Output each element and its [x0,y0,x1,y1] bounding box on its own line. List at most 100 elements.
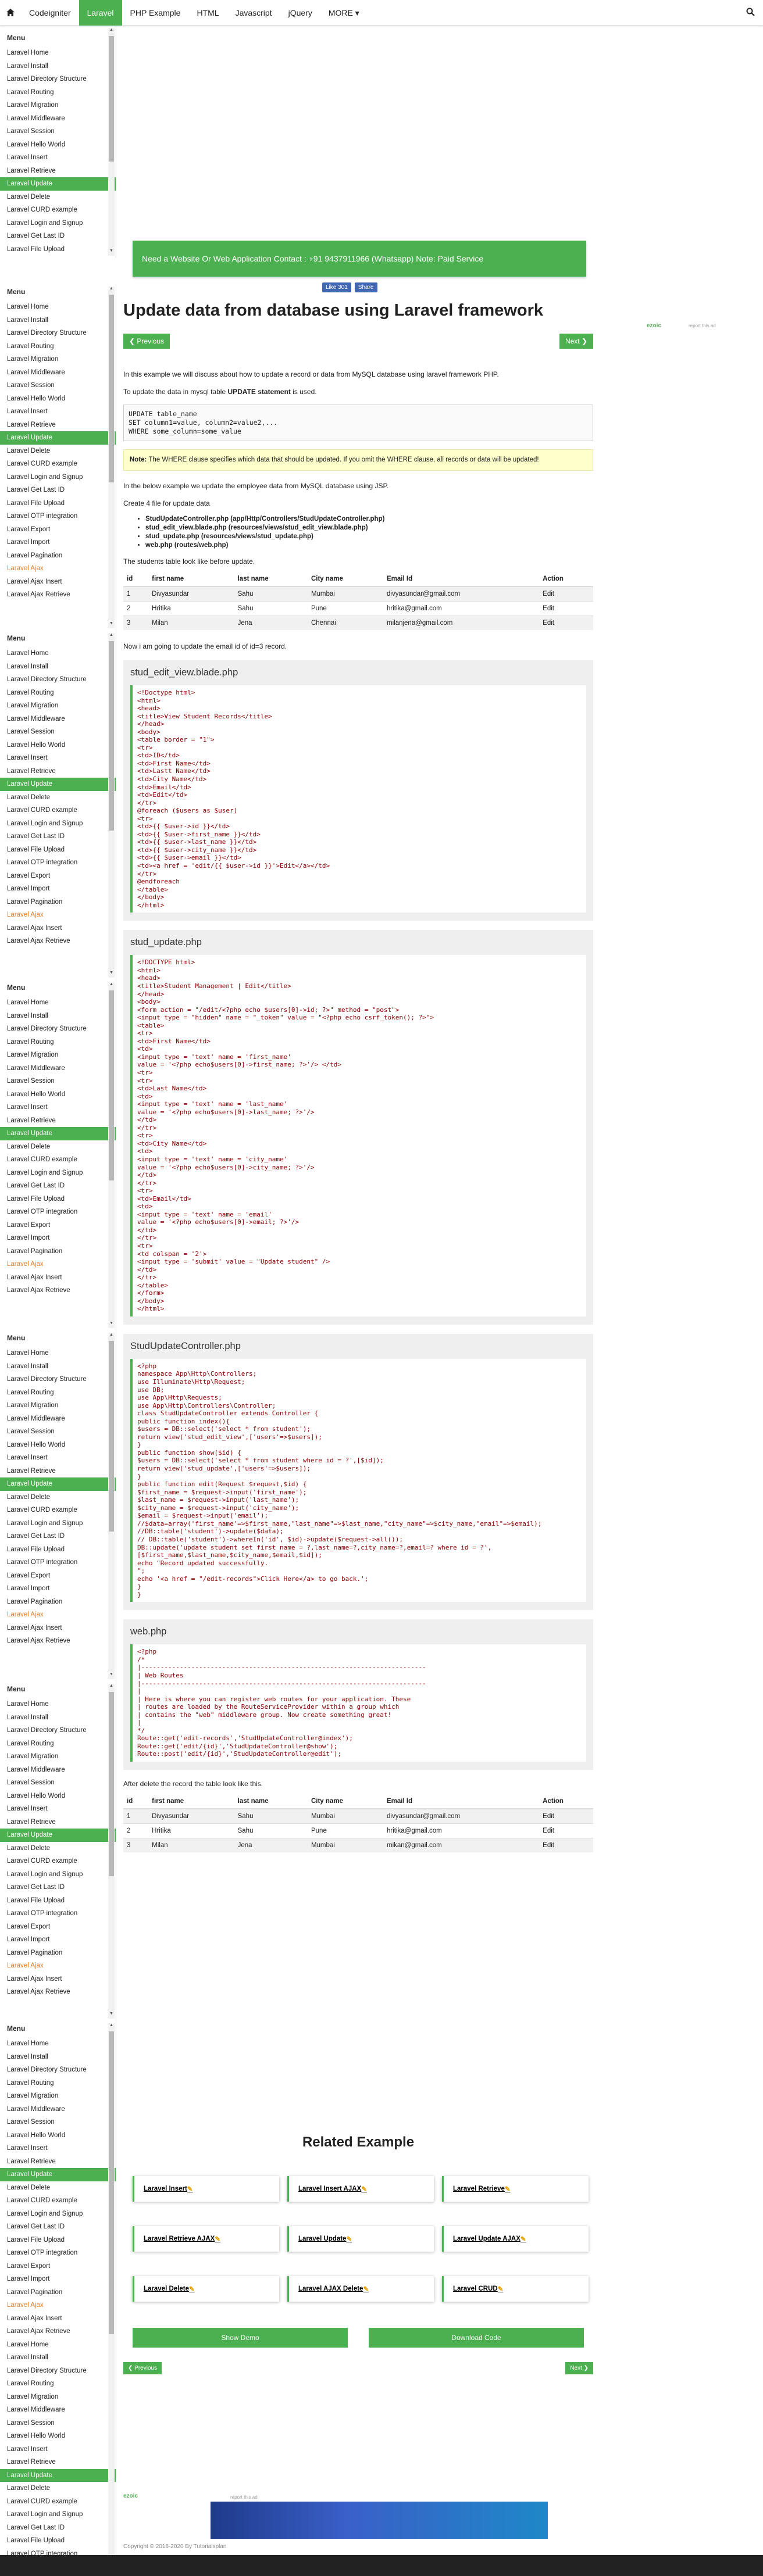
related-link-laravel-update-ajax[interactable]: Laravel Update AJAX ✎ [442,2226,589,2252]
sidebar-item-laravel-home[interactable]: Laravel Home [0,2338,116,2352]
sidebar-item-laravel-insert[interactable]: Laravel Insert [0,1451,116,1465]
sidebar-item-laravel-install[interactable]: Laravel Install [0,1360,116,1373]
sidebar-item-laravel-export[interactable]: Laravel Export [0,1920,116,1934]
related-link-laravel-retrieve[interactable]: Laravel Retrieve ✎ [442,2176,589,2202]
sidebar-item-laravel-ajax[interactable]: Laravel Ajax [0,1258,116,1271]
nav-item-javascript[interactable]: Javascript [227,0,280,26]
edit-link[interactable]: Edit [539,616,593,630]
sidebar-scrollbar[interactable]: ▲▼ [108,1684,115,2019]
nav-item-jquery[interactable]: jQuery [280,0,320,26]
sidebar-item-laravel-hello-world[interactable]: Laravel Hello World [0,392,116,406]
report-ad-link-bottom[interactable]: report this ad [230,2495,258,2500]
related-link-label[interactable]: Laravel Insert [144,2185,187,2192]
related-link-label[interactable]: Laravel AJAX Delete [298,2285,363,2292]
sidebar-item-laravel-file-upload[interactable]: Laravel File Upload [0,243,116,256]
sidebar-item-laravel-otp-integration[interactable]: Laravel OTP integration [0,856,116,870]
sidebar-item-laravel-ajax-insert[interactable]: Laravel Ajax Insert [0,1622,116,1635]
sidebar-scrollbar[interactable]: ▲▼ [108,982,115,1328]
sidebar-item-laravel-get-last-id[interactable]: Laravel Get Last ID [0,2521,116,2535]
sidebar-item-laravel-curd-example[interactable]: Laravel CURD example [0,2495,116,2509]
scroll-down-icon[interactable]: ▼ [108,971,115,978]
sidebar-item-laravel-hello-world[interactable]: Laravel Hello World [0,1439,116,1452]
facebook-like-button[interactable]: Like 301 [322,282,351,292]
sidebar-item-laravel-curd-example[interactable]: Laravel CURD example [0,1855,116,1868]
sidebar-item-laravel-directory-structure[interactable]: Laravel Directory Structure [0,2063,116,2077]
sidebar-item-laravel-delete[interactable]: Laravel Delete [0,791,116,804]
sidebar-item-laravel-session[interactable]: Laravel Session [0,1425,116,1439]
related-link-label[interactable]: Laravel Update [298,2235,346,2242]
scroll-down-icon[interactable]: ▼ [108,621,115,628]
sidebar-item-laravel-directory-structure[interactable]: Laravel Directory Structure [0,673,116,686]
related-link-label[interactable]: Laravel Delete [144,2285,189,2292]
sidebar-item-laravel-delete[interactable]: Laravel Delete [0,1842,116,1855]
sidebar-item-laravel-login-and-signup[interactable]: Laravel Login and Signup [0,2208,116,2221]
facebook-share-button[interactable]: Share [354,282,377,292]
sidebar-item-laravel-routing[interactable]: Laravel Routing [0,1036,116,1049]
sidebar-scrollbar[interactable]: ▲▼ [108,1333,115,1679]
sidebar-item-laravel-ajax-retrieve[interactable]: Laravel Ajax Retrieve [0,1985,116,1999]
sidebar-item-laravel-home[interactable]: Laravel Home [0,1347,116,1360]
sidebar-item-laravel-ajax[interactable]: Laravel Ajax [0,562,116,575]
sidebar-item-laravel-migration[interactable]: Laravel Migration [0,99,116,112]
sidebar-item-laravel-ajax-insert[interactable]: Laravel Ajax Insert [0,2312,116,2325]
advertisement-banner[interactable] [211,2502,548,2539]
sidebar-item-laravel-retrieve[interactable]: Laravel Retrieve [0,418,116,432]
sidebar-item-laravel-ajax[interactable]: Laravel Ajax [0,1959,116,1973]
sidebar-item-laravel-retrieve[interactable]: Laravel Retrieve [0,1816,116,1829]
scroll-up-icon[interactable]: ▲ [108,982,115,989]
sidebar-item-laravel-install[interactable]: Laravel Install [0,660,116,674]
sidebar-item-laravel-middleware[interactable]: Laravel Middleware [0,1763,116,1777]
sidebar-item-laravel-insert[interactable]: Laravel Insert [0,1802,116,1816]
scroll-up-icon[interactable]: ▲ [108,1333,115,1340]
related-link-laravel-retrieve-ajax[interactable]: Laravel Retrieve AJAX ✎ [133,2226,279,2252]
sidebar-item-laravel-insert[interactable]: Laravel Insert [0,1101,116,1114]
sidebar-item-laravel-login-and-signup[interactable]: Laravel Login and Signup [0,471,116,484]
nav-item-laravel[interactable]: Laravel [79,0,122,26]
sidebar-item-laravel-home[interactable]: Laravel Home [0,2037,116,2051]
sidebar-item-laravel-delete[interactable]: Laravel Delete [0,2181,116,2195]
sidebar-item-laravel-session[interactable]: Laravel Session [0,725,116,739]
sidebar-item-laravel-update[interactable]: Laravel Update [0,2468,116,2482]
sidebar-item-laravel-hello-world[interactable]: Laravel Hello World [0,739,116,752]
scroll-up-icon[interactable]: ▲ [108,287,115,294]
sidebar-item-laravel-export[interactable]: Laravel Export [0,2260,116,2273]
next-button[interactable]: Next ❯ [559,334,593,349]
sidebar-item-laravel-file-upload[interactable]: Laravel File Upload [0,1894,116,1908]
sidebar-item-laravel-retrieve[interactable]: Laravel Retrieve [0,2155,116,2169]
sidebar-item-laravel-ajax-retrieve[interactable]: Laravel Ajax Retrieve [0,588,116,602]
sidebar-item-laravel-ajax-retrieve[interactable]: Laravel Ajax Retrieve [0,1634,116,1648]
previous-button[interactable]: ❮ Previous [123,334,170,349]
sidebar-item-laravel-update[interactable]: Laravel Update [0,1477,116,1491]
sidebar-item-laravel-file-upload[interactable]: Laravel File Upload [0,2234,116,2247]
related-link-label[interactable]: Laravel Update AJAX [453,2235,520,2242]
sidebar-item-laravel-delete[interactable]: Laravel Delete [0,191,116,204]
sidebar-item-laravel-middleware[interactable]: Laravel Middleware [0,2403,116,2417]
sidebar-item-laravel-hello-world[interactable]: Laravel Hello World [0,138,116,152]
sidebar-item-laravel-curd-example[interactable]: Laravel CURD example [0,1504,116,1517]
sidebar-item-laravel-middleware[interactable]: Laravel Middleware [0,1062,116,1075]
sidebar-item-laravel-session[interactable]: Laravel Session [0,2116,116,2129]
sidebar-item-laravel-migration[interactable]: Laravel Migration [0,353,116,366]
scrollbar-thumb[interactable] [109,2031,114,2334]
sidebar-item-laravel-migration[interactable]: Laravel Migration [0,1049,116,1062]
sidebar-item-laravel-routing[interactable]: Laravel Routing [0,686,116,700]
related-link-label[interactable]: Laravel CRUD [453,2285,498,2292]
related-link-laravel-insert-ajax[interactable]: Laravel Insert AJAX ✎ [287,2176,434,2202]
sidebar-item-laravel-get-last-id[interactable]: Laravel Get Last ID [0,484,116,497]
sidebar-item-laravel-delete[interactable]: Laravel Delete [0,2482,116,2495]
ezoic-badge-bottom[interactable]: ezoic [123,2493,138,2499]
sidebar-item-laravel-ajax-insert[interactable]: Laravel Ajax Insert [0,922,116,935]
ezoic-badge[interactable]: ezoic [647,323,661,329]
sidebar-item-laravel-export[interactable]: Laravel Export [0,870,116,883]
scroll-down-icon[interactable]: ▼ [108,1672,115,1679]
sidebar-item-laravel-retrieve[interactable]: Laravel Retrieve [0,1465,116,1478]
sidebar-item-laravel-ajax-retrieve[interactable]: Laravel Ajax Retrieve [0,935,116,948]
scrollbar-thumb[interactable] [109,990,114,1181]
sidebar-item-laravel-file-upload[interactable]: Laravel File Upload [0,1193,116,1206]
sidebar-item-laravel-migration[interactable]: Laravel Migration [0,1750,116,1763]
sidebar-item-laravel-directory-structure[interactable]: Laravel Directory Structure [0,2364,116,2378]
sidebar-item-laravel-routing[interactable]: Laravel Routing [0,1386,116,1400]
related-link-label[interactable]: Laravel Retrieve AJAX [144,2235,215,2242]
sidebar-item-laravel-ajax[interactable]: Laravel Ajax [0,2299,116,2312]
scrollbar-thumb[interactable] [109,1692,114,1876]
